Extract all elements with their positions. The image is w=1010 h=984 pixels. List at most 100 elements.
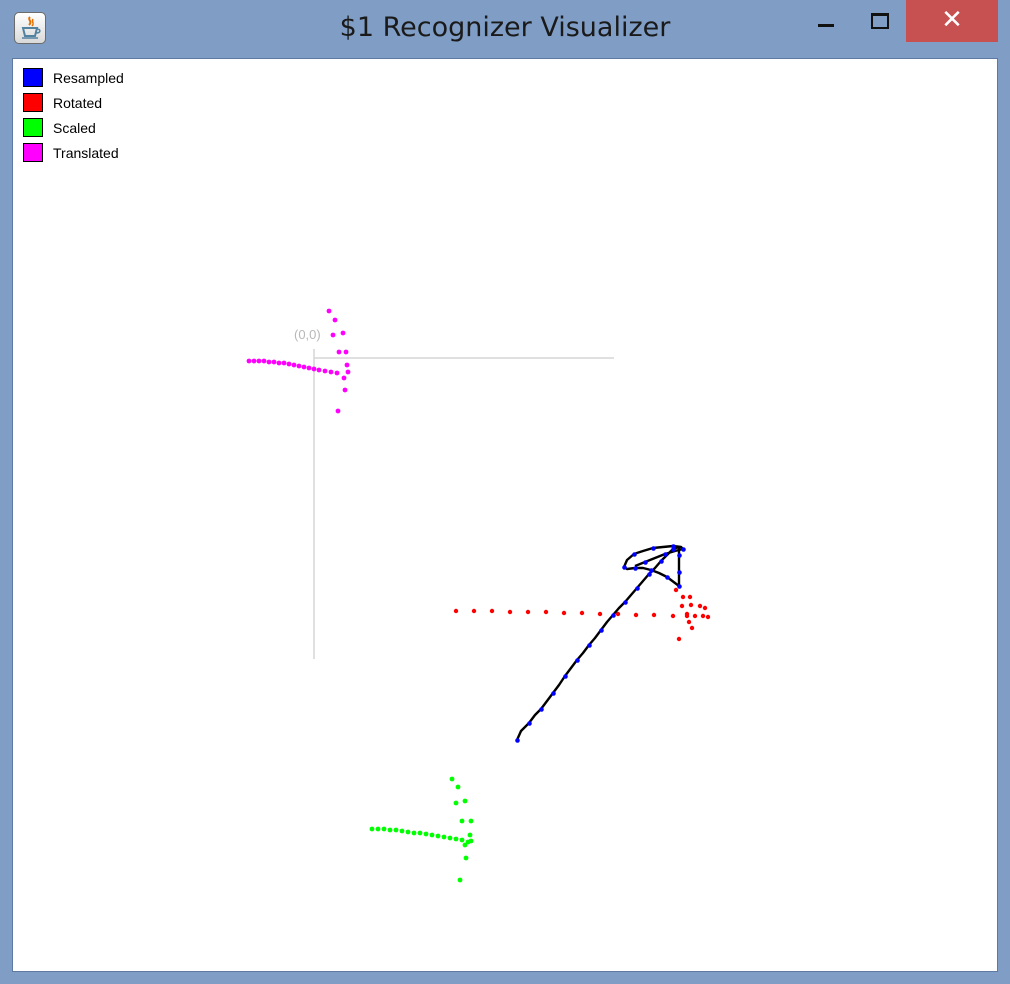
- scaled-point: [447, 835, 453, 841]
- visualizer-canvas[interactable]: (0,0): [13, 59, 997, 971]
- resampled-point: [643, 560, 648, 565]
- rotated-point: [670, 613, 676, 619]
- scaled-point: [455, 784, 461, 790]
- resampled-point: [633, 566, 638, 571]
- resampled-point: [622, 565, 627, 570]
- translated-point: [322, 368, 328, 374]
- scaled-point: [462, 798, 468, 804]
- rotated-points: [453, 587, 711, 642]
- minimize-button[interactable]: [806, 0, 846, 42]
- resampled-point: [575, 658, 580, 663]
- title-bar[interactable]: $1 Recognizer Visualizer ✕: [0, 0, 1010, 58]
- legend-label: Rotated: [53, 95, 103, 111]
- maximize-icon: [871, 13, 889, 29]
- scaled-point: [468, 818, 474, 824]
- rotated-point: [489, 608, 495, 614]
- scaled-point: [468, 838, 474, 844]
- rotated-point: [702, 605, 708, 611]
- resampled-point: [671, 544, 676, 549]
- translated-point: [342, 387, 348, 393]
- resampled-point: [587, 643, 592, 648]
- resampled-point: [647, 572, 652, 577]
- translated-point: [326, 308, 332, 314]
- scaled-point: [463, 855, 469, 861]
- resampled-point: [635, 586, 640, 591]
- resampled-point: [611, 613, 616, 618]
- scaled-point: [387, 827, 393, 833]
- translated-point: [311, 366, 317, 372]
- rotated-point: [679, 603, 685, 609]
- translated-points: [246, 308, 351, 414]
- resampled-point: [681, 547, 686, 552]
- rotated-point: [688, 602, 694, 608]
- translated-point: [276, 360, 282, 366]
- rotated-point: [676, 636, 682, 642]
- scaled-point: [393, 827, 399, 833]
- translated-point: [316, 367, 322, 373]
- rotated-point: [633, 612, 639, 618]
- translated-point: [343, 349, 349, 355]
- close-icon: ✕: [941, 5, 963, 35]
- resampled-point: [623, 600, 628, 605]
- rotated-point: [673, 587, 679, 593]
- resampled-point: [515, 738, 520, 743]
- resampled-point: [663, 552, 668, 557]
- rotated-point: [453, 608, 459, 614]
- canvas-panel[interactable]: (0,0) Resampled Rotated Scaled Translate…: [12, 58, 998, 972]
- rotated-point: [507, 609, 513, 615]
- translated-point: [246, 358, 252, 364]
- translated-point: [336, 349, 342, 355]
- translated-point: [271, 359, 277, 365]
- legend-label: Resampled: [53, 70, 124, 86]
- resampled-point: [551, 691, 556, 696]
- maximize-button[interactable]: [858, 0, 900, 42]
- translated-point: [332, 317, 338, 323]
- resampled-point: [649, 568, 654, 573]
- translated-point: [251, 358, 257, 364]
- translated-point: [340, 330, 346, 336]
- translated-point: [281, 360, 287, 366]
- origin-label: (0,0): [294, 327, 321, 342]
- legend-label: Translated: [53, 145, 119, 161]
- translated-point: [266, 359, 272, 365]
- scaled-point: [462, 842, 468, 848]
- legend-swatch-translated: [23, 143, 43, 162]
- legend-swatch-resampled: [23, 68, 43, 87]
- translated-point: [296, 363, 302, 369]
- translated-point: [334, 370, 340, 376]
- resampled-point: [563, 674, 568, 679]
- translated-point: [328, 369, 334, 375]
- rotated-point: [680, 594, 686, 600]
- rotated-point: [651, 612, 657, 618]
- rotated-point: [597, 611, 603, 617]
- scaled-point: [449, 776, 455, 782]
- scaled-point: [429, 832, 435, 838]
- rotated-point: [700, 613, 706, 619]
- translated-point: [344, 362, 350, 368]
- translated-point: [345, 369, 351, 375]
- translated-point: [330, 332, 336, 338]
- resampled-point: [599, 628, 604, 633]
- scaled-point: [467, 832, 473, 838]
- rotated-point: [686, 619, 692, 625]
- rotated-point: [543, 609, 549, 615]
- scaled-point: [375, 826, 381, 832]
- resampled-point: [665, 575, 670, 580]
- translated-point: [341, 375, 347, 381]
- translated-point: [291, 362, 297, 368]
- resampled-point: [677, 584, 682, 589]
- scaled-point: [459, 837, 465, 843]
- rotated-point: [579, 610, 585, 616]
- resampled-point: [539, 707, 544, 712]
- scaled-point: [369, 826, 375, 832]
- translated-point: [301, 364, 307, 370]
- scaled-point: [405, 829, 411, 835]
- scaled-point: [381, 826, 387, 832]
- close-button[interactable]: ✕: [906, 0, 998, 42]
- minimize-icon: [818, 24, 834, 27]
- rotated-point: [692, 613, 698, 619]
- resampled-point: [527, 721, 532, 726]
- legend-swatch-rotated: [23, 93, 43, 112]
- scaled-point: [435, 833, 441, 839]
- translated-point: [335, 408, 341, 414]
